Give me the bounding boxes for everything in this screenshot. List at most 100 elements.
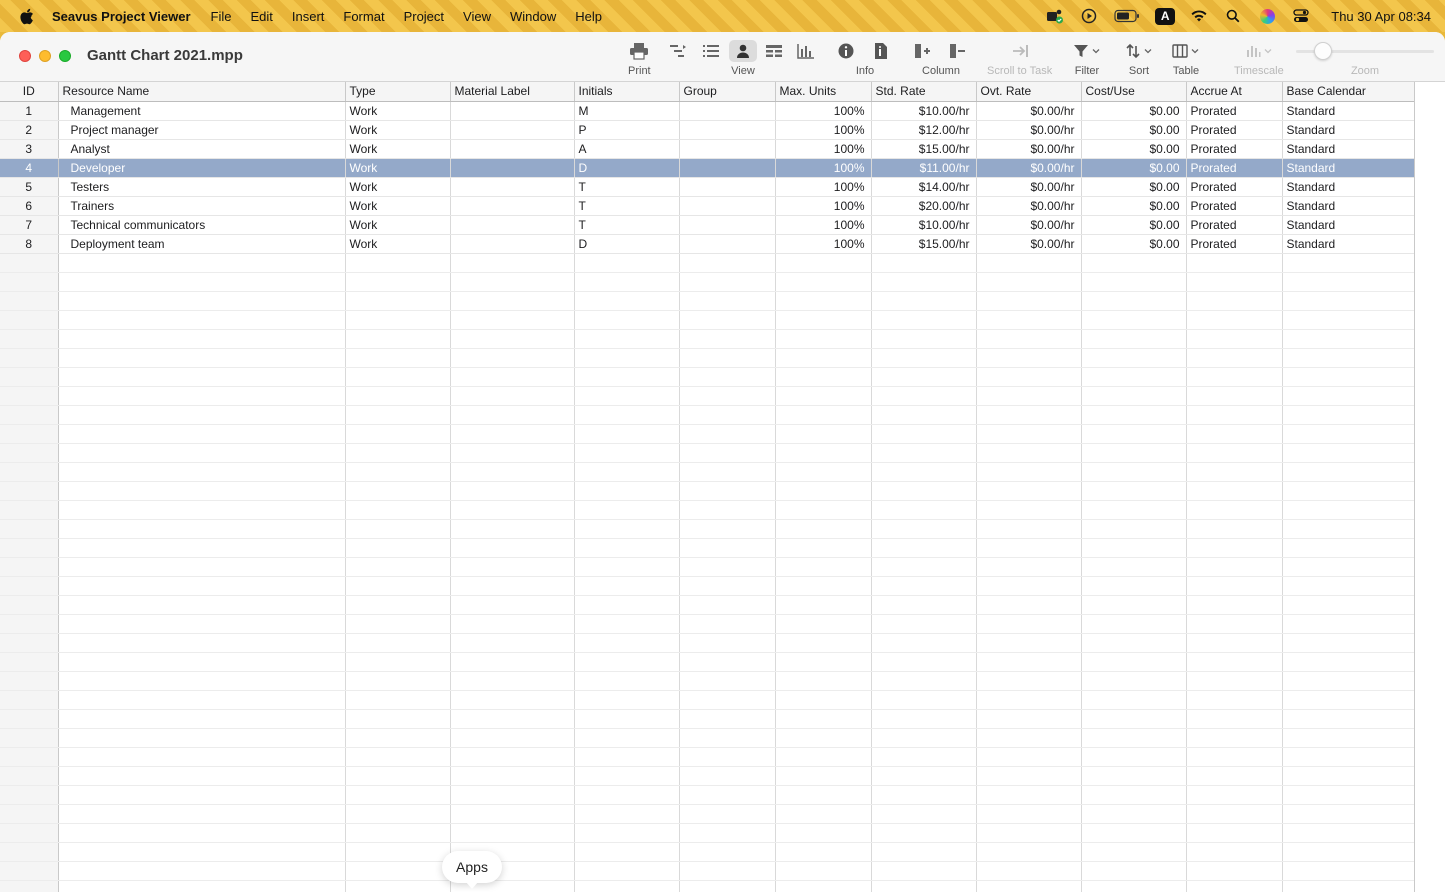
empty-cell[interactable] — [58, 671, 346, 691]
menu-help[interactable]: Help — [575, 9, 602, 24]
empty-cell[interactable] — [871, 462, 977, 482]
empty-cell[interactable] — [345, 785, 451, 805]
empty-row[interactable] — [0, 861, 1415, 881]
empty-cell[interactable] — [574, 443, 680, 463]
empty-cell[interactable] — [574, 614, 680, 634]
cell-material-label[interactable] — [450, 158, 575, 178]
empty-cell[interactable] — [58, 291, 346, 311]
empty-cell[interactable] — [1282, 443, 1415, 463]
cell-type[interactable]: Work — [345, 120, 451, 140]
empty-cell[interactable] — [976, 652, 1082, 672]
empty-cell[interactable] — [574, 367, 680, 387]
empty-cell[interactable] — [679, 519, 776, 539]
cell-max-units[interactable]: 100% — [775, 234, 872, 254]
battery-icon[interactable] — [1113, 8, 1141, 24]
keyboard-a-icon[interactable]: A — [1155, 7, 1176, 25]
cell-cost-use[interactable]: $0.00 — [1081, 158, 1187, 178]
cell-max-units[interactable]: 100% — [775, 158, 872, 178]
empty-cell[interactable] — [1081, 633, 1187, 653]
empty-cell[interactable] — [0, 709, 59, 729]
cell-id[interactable]: 7 — [0, 215, 59, 235]
empty-cell[interactable] — [345, 804, 451, 824]
empty-cell[interactable] — [0, 747, 59, 767]
empty-cell[interactable] — [0, 766, 59, 786]
empty-cell[interactable] — [58, 557, 346, 577]
column-header-accrue-at[interactable]: Accrue At — [1186, 82, 1283, 102]
empty-cell[interactable] — [0, 386, 59, 406]
empty-cell[interactable] — [1081, 880, 1187, 892]
empty-cell[interactable] — [775, 842, 872, 862]
empty-cell[interactable] — [1282, 424, 1415, 444]
empty-cell[interactable] — [1081, 538, 1187, 558]
empty-cell[interactable] — [574, 747, 680, 767]
empty-cell[interactable] — [679, 405, 776, 425]
empty-cell[interactable] — [574, 633, 680, 653]
empty-cell[interactable] — [679, 823, 776, 843]
empty-cell[interactable] — [1282, 880, 1415, 892]
table-row[interactable]: 6 Trainers Work T 100% $20.00/hr $0.00/hr $0.00… — [0, 196, 1415, 216]
empty-cell[interactable] — [1081, 728, 1187, 748]
empty-cell[interactable] — [574, 348, 680, 368]
empty-cell[interactable] — [345, 747, 451, 767]
empty-cell[interactable] — [775, 310, 872, 330]
cell-cost-use[interactable]: $0.00 — [1081, 234, 1187, 254]
empty-cell[interactable] — [1282, 291, 1415, 311]
empty-cell[interactable] — [871, 880, 977, 892]
empty-cell[interactable] — [450, 652, 575, 672]
cell-type[interactable]: Work — [345, 101, 451, 121]
empty-cell[interactable] — [1282, 690, 1415, 710]
cell-type[interactable]: Work — [345, 234, 451, 254]
cell-base-calendar[interactable]: Standard — [1282, 234, 1415, 254]
empty-cell[interactable] — [574, 272, 680, 292]
empty-cell[interactable] — [1081, 405, 1187, 425]
empty-cell[interactable] — [0, 861, 59, 881]
empty-cell[interactable] — [345, 386, 451, 406]
empty-cell[interactable] — [679, 595, 776, 615]
empty-row[interactable] — [0, 690, 1415, 710]
empty-cell[interactable] — [976, 576, 1082, 596]
empty-cell[interactable] — [1282, 538, 1415, 558]
empty-cell[interactable] — [871, 823, 977, 843]
empty-cell[interactable] — [574, 519, 680, 539]
empty-cell[interactable] — [58, 576, 346, 596]
empty-cell[interactable] — [976, 709, 1082, 729]
empty-cell[interactable] — [1081, 310, 1187, 330]
cell-cost-use[interactable]: $0.00 — [1081, 139, 1187, 159]
empty-cell[interactable] — [871, 481, 977, 501]
empty-row[interactable] — [0, 576, 1415, 596]
empty-row[interactable] — [0, 880, 1415, 892]
empty-cell[interactable] — [450, 785, 575, 805]
empty-cell[interactable] — [871, 747, 977, 767]
empty-cell[interactable] — [0, 595, 59, 615]
cell-ovt-rate[interactable]: $0.00/hr — [976, 120, 1082, 140]
sort-button[interactable]: Sort — [1125, 40, 1153, 77]
empty-cell[interactable] — [871, 690, 977, 710]
cell-material-label[interactable] — [450, 215, 575, 235]
empty-cell[interactable] — [775, 500, 872, 520]
empty-cell[interactable] — [58, 538, 346, 558]
empty-cell[interactable] — [345, 291, 451, 311]
empty-cell[interactable] — [1186, 861, 1283, 881]
cell-base-calendar[interactable]: Standard — [1282, 177, 1415, 197]
empty-cell[interactable] — [976, 310, 1082, 330]
control-center-icon[interactable] — [1291, 8, 1311, 24]
empty-cell[interactable] — [345, 576, 451, 596]
empty-cell[interactable] — [775, 291, 872, 311]
cell-id[interactable]: 3 — [0, 139, 59, 159]
empty-row[interactable] — [0, 386, 1415, 406]
empty-cell[interactable] — [775, 728, 872, 748]
empty-cell[interactable] — [679, 576, 776, 596]
empty-cell[interactable] — [1282, 329, 1415, 349]
empty-cell[interactable] — [0, 443, 59, 463]
empty-cell[interactable] — [450, 766, 575, 786]
menu-window[interactable]: Window — [510, 9, 556, 24]
empty-cell[interactable] — [775, 652, 872, 672]
empty-cell[interactable] — [1081, 443, 1187, 463]
empty-cell[interactable] — [1282, 652, 1415, 672]
empty-cell[interactable] — [0, 614, 59, 634]
empty-cell[interactable] — [58, 595, 346, 615]
menu-file[interactable]: File — [211, 9, 232, 24]
empty-cell[interactable] — [574, 538, 680, 558]
timescale-button[interactable]: Timescale — [1234, 40, 1284, 77]
cell-initials[interactable]: T — [574, 215, 680, 235]
